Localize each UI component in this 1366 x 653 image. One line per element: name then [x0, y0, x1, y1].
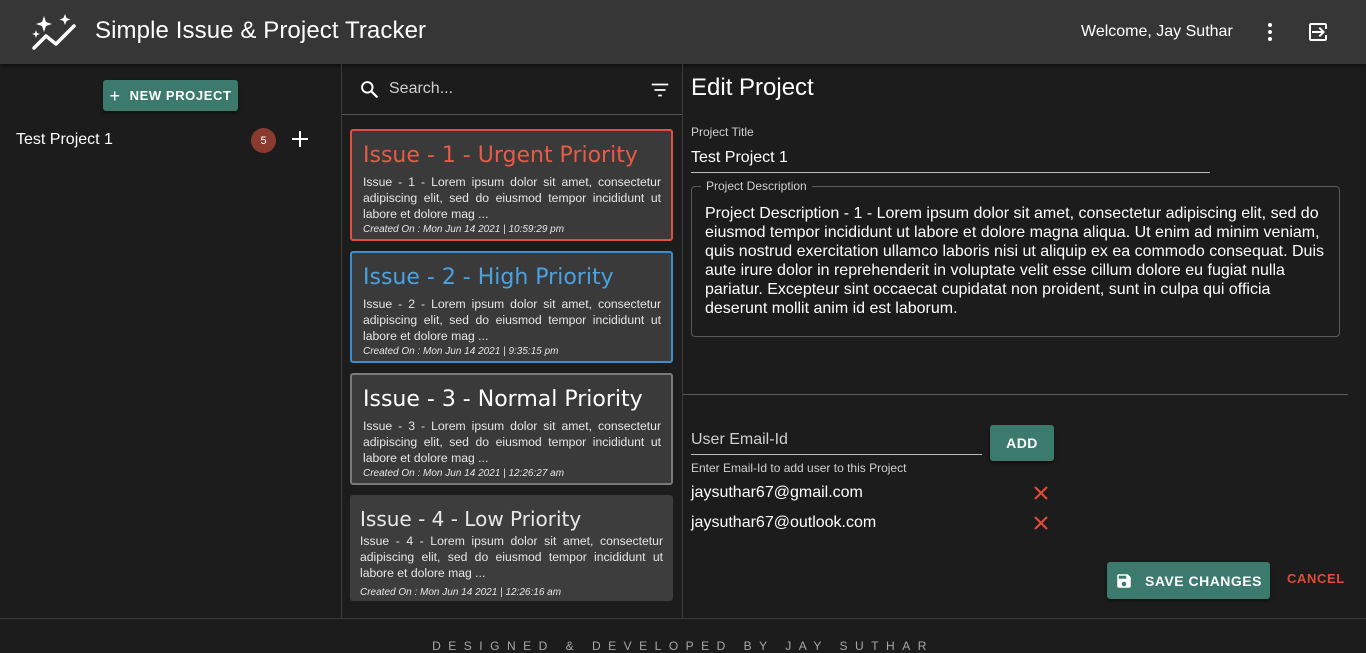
user-list-item: jaysuthar67@gmail.com	[691, 483, 1053, 507]
remove-user-icon[interactable]	[1032, 484, 1050, 502]
project-description-field[interactable]: Project Description Project Description …	[691, 179, 1340, 337]
user-email-input[interactable]	[691, 426, 982, 455]
projects-sidebar: + NEW PROJECT Test Project 1 5	[0, 64, 342, 618]
issue-title: Issue - 1 - Urgent Priority	[363, 143, 638, 168]
footer-credit: DESIGNED & DEVELOPED BY JAY SUTHAR	[432, 639, 934, 653]
remove-user-icon[interactable]	[1032, 514, 1050, 532]
app-bar: Simple Issue & Project Tracker Welcome, …	[0, 0, 1366, 64]
project-item[interactable]: Test Project 1 5	[0, 126, 342, 156]
new-project-button[interactable]: + NEW PROJECT	[103, 80, 238, 111]
issue-title: Issue - 2 - High Priority	[363, 265, 614, 290]
project-description-label: Project Description	[701, 179, 812, 193]
footer: DESIGNED & DEVELOPED BY JAY SUTHAR	[0, 618, 1366, 653]
search-bar	[342, 64, 682, 115]
issue-created-date: Created On : Mon Jun 14 2021 | 12:26:27 …	[363, 468, 565, 479]
issue-title: Issue - 3 - Normal Priority	[363, 387, 643, 412]
user-email: jaysuthar67@outlook.com	[691, 514, 877, 531]
issue-count-badge: 5	[251, 128, 276, 153]
more-vert-icon[interactable]	[1258, 20, 1282, 44]
project-name: Test Project 1	[16, 131, 113, 148]
app-title: Simple Issue & Project Tracker	[95, 17, 427, 44]
page-title: Edit Project	[691, 74, 814, 101]
issue-description: Issue - 3 - Lorem ipsum dolor sit amet, …	[363, 419, 661, 465]
save-icon	[1117, 573, 1131, 588]
filter-icon[interactable]	[649, 79, 671, 101]
add-user-button[interactable]: ADD	[990, 425, 1054, 461]
add-issue-icon[interactable]	[290, 129, 310, 149]
project-title-input[interactable]	[691, 144, 1210, 173]
user-list-item: jaysuthar67@outlook.com	[691, 513, 1053, 537]
new-project-label: NEW PROJECT	[129, 88, 232, 103]
issue-title: Issue - 4 - Low Priority	[360, 507, 582, 531]
divider	[683, 394, 1348, 395]
project-title-label: Project Title	[691, 125, 754, 139]
issue-created-date: Created On : Mon Jun 14 2021 | 12:26:16 …	[360, 587, 562, 598]
edit-project-panel: Edit Project Project Title Project Descr…	[683, 64, 1366, 618]
app-logo-icon	[32, 14, 76, 50]
issues-panel: Issue - 1 - Urgent Priority Issue - 1 - …	[342, 64, 683, 618]
cancel-button[interactable]: CANCEL	[1287, 571, 1345, 586]
issue-created-date: Created On : Mon Jun 14 2021 | 10:59:29 …	[363, 224, 565, 235]
save-changes-button[interactable]: SAVE CHANGES	[1107, 562, 1270, 599]
issue-created-date: Created On : Mon Jun 14 2021 | 9:35:15 p…	[363, 346, 559, 357]
email-helper-text: Enter Email-Id to add user to this Proje…	[691, 461, 907, 475]
welcome-text: Welcome, Jay Suthar	[1081, 23, 1233, 40]
search-icon	[361, 81, 379, 99]
issue-description: Issue - 1 - Lorem ipsum dolor sit amet, …	[363, 175, 661, 221]
issue-description: Issue - 2 - Lorem ipsum dolor sit amet, …	[363, 297, 661, 343]
search-input[interactable]	[389, 78, 629, 100]
plus-icon: +	[109, 85, 121, 106]
issue-card[interactable]: Issue - 3 - Normal Priority Issue - 3 - …	[350, 373, 673, 485]
issue-card[interactable]: Issue - 1 - Urgent Priority Issue - 1 - …	[350, 129, 673, 241]
logout-icon[interactable]	[1306, 20, 1330, 44]
user-email: jaysuthar67@gmail.com	[691, 484, 863, 501]
issue-card[interactable]: Issue - 4 - Low Priority Issue - 4 - Lor…	[350, 495, 673, 601]
project-description-text: Project Description - 1 - Lorem ipsum do…	[705, 205, 1324, 317]
issue-card[interactable]: Issue - 2 - High Priority Issue - 2 - Lo…	[350, 251, 673, 363]
save-changes-label: SAVE CHANGES	[1145, 572, 1262, 589]
issue-description: Issue - 4 - Lorem ipsum dolor sit amet, …	[360, 534, 663, 580]
